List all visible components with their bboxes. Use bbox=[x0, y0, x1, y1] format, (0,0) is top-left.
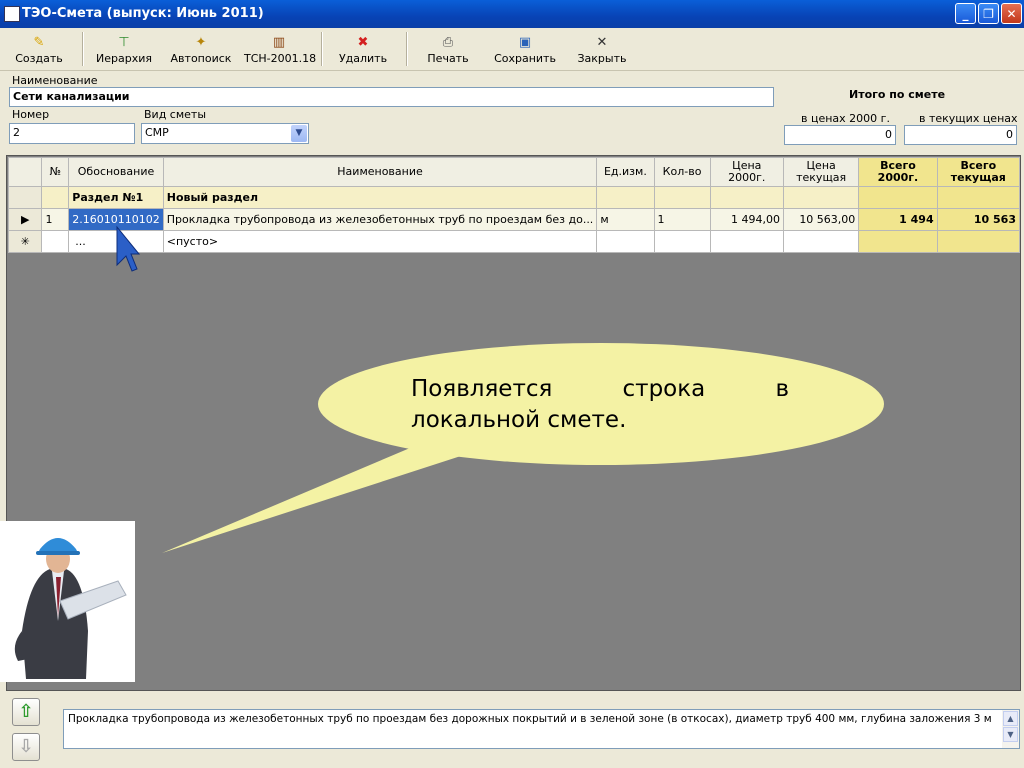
cell-name[interactable]: <пусто> bbox=[162, 230, 598, 253]
cell-num[interactable] bbox=[41, 230, 70, 253]
cell-price2000[interactable]: 1 494,00 bbox=[709, 208, 784, 231]
callout-text-line1: Появляется строка в bbox=[411, 376, 789, 402]
cell-unit[interactable]: м bbox=[596, 208, 655, 231]
col-total2000[interactable]: Всего 2000г. bbox=[858, 157, 938, 187]
hierarchy-icon: ⊤ bbox=[118, 35, 130, 50]
maximize-button[interactable]: ❐ bbox=[978, 3, 999, 24]
arrow-down-icon: ⇩ bbox=[18, 736, 34, 757]
col-total-current[interactable]: Всего текущая bbox=[936, 157, 1021, 187]
autosearch-button[interactable]: ✦ Автопоиск bbox=[170, 32, 232, 68]
col-price-current[interactable]: Цена текущая bbox=[782, 157, 860, 187]
table-header-row: № Обоснование Наименование Ед.изм. Кол-в… bbox=[7, 157, 1021, 187]
cell-total-current[interactable]: 10 563 bbox=[936, 208, 1021, 231]
totals-title: Итого по смете bbox=[849, 88, 946, 101]
cell-price-current[interactable] bbox=[782, 230, 860, 253]
row-indicator[interactable]: ▶ bbox=[7, 208, 43, 231]
cell-total2000[interactable] bbox=[858, 230, 938, 253]
col-unit[interactable]: Ед.изм. bbox=[596, 157, 655, 187]
books-icon: ▥ bbox=[272, 35, 286, 50]
current-price-label: в текущих ценах bbox=[919, 112, 1018, 125]
floppy-disk-icon: ▣ bbox=[518, 35, 532, 50]
app-icon bbox=[4, 6, 20, 22]
toolbar-separator bbox=[406, 32, 408, 66]
cell-qty[interactable] bbox=[653, 186, 711, 209]
cell-price2000[interactable] bbox=[709, 186, 784, 209]
cell-price-current[interactable]: 10 563,00 bbox=[782, 208, 860, 231]
cell-unit[interactable] bbox=[596, 186, 655, 209]
cell-total2000[interactable] bbox=[858, 186, 938, 209]
name-label: Наименование bbox=[12, 74, 98, 87]
number-field[interactable]: 2 bbox=[9, 123, 135, 144]
estimate-type-select[interactable]: СМР ▼ bbox=[141, 123, 309, 144]
cell-num[interactable] bbox=[41, 186, 70, 209]
callout-bubble bbox=[162, 343, 884, 553]
title-bar: ТЭО-Смета (выпуск: Июнь 2011) _ ❐ ✕ bbox=[0, 0, 1024, 28]
name-field[interactable]: Сети канализации bbox=[9, 87, 774, 107]
hierarchy-button[interactable]: ⊤ Иерархия bbox=[94, 32, 154, 68]
toolbar-separator bbox=[82, 32, 84, 66]
cell-num[interactable]: 1 bbox=[41, 208, 70, 231]
tsn-button[interactable]: ▥ ТСН-2001.18 bbox=[244, 32, 316, 68]
description-field[interactable]: Прокладка трубопровода из железобетонных… bbox=[63, 709, 1020, 749]
printer-icon: ⎙ bbox=[442, 35, 454, 50]
print-button[interactable]: ⎙ Печать bbox=[424, 32, 472, 68]
close-icon: ✕ bbox=[596, 35, 608, 50]
new-row[interactable]: ✳ ... <пусто> bbox=[7, 230, 1021, 253]
window-title: ТЭО-Смета (выпуск: Июнь 2011) bbox=[22, 6, 264, 21]
cell-name[interactable]: Прокладка трубопровода из железобетонных… bbox=[162, 208, 598, 231]
toolbar-separator bbox=[321, 32, 323, 66]
row-header[interactable] bbox=[7, 186, 43, 209]
cell-name[interactable]: Новый раздел bbox=[162, 186, 598, 209]
delete-icon: ✖ bbox=[357, 35, 369, 50]
cell-price2000[interactable] bbox=[709, 230, 784, 253]
delete-button[interactable]: ✖ Удалить bbox=[336, 32, 390, 68]
price2000-total-field[interactable]: 0 bbox=[784, 125, 896, 145]
engineer-illustration bbox=[0, 521, 135, 682]
description-scrollbar[interactable]: ▲ ▼ bbox=[1002, 710, 1019, 748]
close-button[interactable]: ✕ Закрыть bbox=[576, 32, 628, 68]
minimize-button[interactable]: _ bbox=[955, 3, 976, 24]
chevron-down-icon[interactable]: ▼ bbox=[291, 125, 307, 142]
new-document-icon: ✎ bbox=[33, 35, 45, 50]
table-row[interactable]: ▶ 1 2.16010110102 Прокладка трубопровода… bbox=[7, 208, 1021, 231]
col-qty[interactable]: Кол-во bbox=[653, 157, 711, 187]
scroll-up-icon[interactable]: ▲ bbox=[1003, 711, 1018, 726]
cell-qty[interactable]: 1 bbox=[653, 208, 711, 231]
create-button[interactable]: ✎ Создать bbox=[10, 32, 68, 68]
col-name[interactable]: Наименование bbox=[162, 157, 598, 187]
estimate-type-value: СМР bbox=[145, 126, 169, 139]
estimate-type-label: Вид сметы bbox=[144, 108, 207, 121]
cell-price-current[interactable] bbox=[782, 186, 860, 209]
save-button[interactable]: ▣ Сохранить bbox=[494, 32, 556, 68]
description-text: Прокладка трубопровода из железобетонных… bbox=[68, 713, 992, 725]
magic-wand-icon: ✦ bbox=[195, 35, 207, 50]
cell-unit[interactable] bbox=[596, 230, 655, 253]
row-header-corner bbox=[7, 157, 43, 187]
cell-total-current[interactable] bbox=[936, 230, 1021, 253]
estimate-table: № Обоснование Наименование Ед.изм. Кол-в… bbox=[7, 157, 1021, 253]
cell-total-current[interactable] bbox=[936, 186, 1021, 209]
current-total-field[interactable]: 0 bbox=[904, 125, 1017, 145]
mouse-cursor-icon bbox=[116, 225, 141, 272]
engineer-figure-icon bbox=[14, 538, 127, 679]
close-window-button[interactable]: ✕ bbox=[1001, 3, 1022, 24]
col-num[interactable]: № bbox=[41, 157, 70, 187]
scroll-down-icon[interactable]: ▼ bbox=[1003, 727, 1018, 742]
cell-total2000[interactable]: 1 494 bbox=[858, 208, 938, 231]
cell-qty[interactable] bbox=[653, 230, 711, 253]
new-row-indicator[interactable]: ✳ bbox=[7, 230, 43, 253]
move-up-button[interactable]: ⇧ bbox=[12, 698, 40, 726]
move-down-button[interactable]: ⇩ bbox=[12, 733, 40, 761]
col-price2000[interactable]: Цена 2000г. bbox=[709, 157, 784, 187]
col-basis[interactable]: Обоснование bbox=[68, 157, 164, 187]
callout-text-line2: локальной смете. bbox=[411, 407, 627, 433]
section-row[interactable]: Раздел №1 Новый раздел bbox=[7, 186, 1021, 209]
number-label: Номер bbox=[12, 108, 50, 121]
cell-basis[interactable]: Раздел №1 bbox=[68, 186, 164, 209]
arrow-up-icon: ⇧ bbox=[18, 701, 34, 722]
toolbar: ✎ Создать ⊤ Иерархия ✦ Автопоиск ▥ ТСН-2… bbox=[0, 28, 1024, 71]
price2000-label: в ценах 2000 г. bbox=[801, 112, 890, 125]
